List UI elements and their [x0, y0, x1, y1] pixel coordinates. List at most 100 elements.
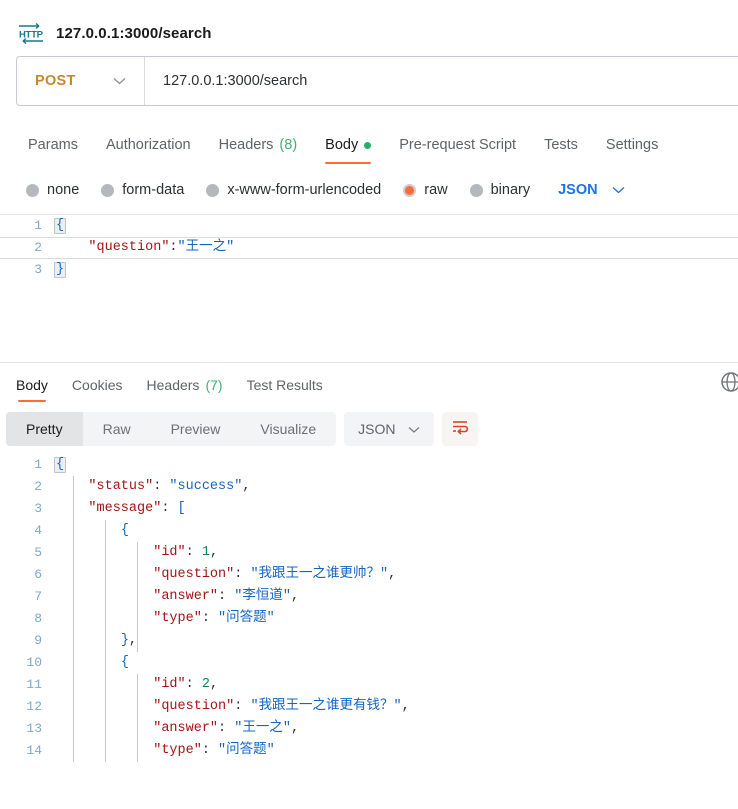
word-wrap-button[interactable] [441, 412, 478, 446]
response-tab-cookies[interactable]: Cookies [60, 377, 135, 402]
line-number: 9 [34, 633, 42, 648]
tab-settings[interactable]: Settings [592, 137, 672, 164]
response-code-line: 10 { [0, 652, 738, 674]
response-body-editor[interactable]: 1 { 2 "status": "success", 3 "message": … [0, 454, 738, 762]
radio-urlencoded-icon [206, 183, 220, 197]
response-tabs: Body Cookies Headers (7) Test Results [0, 362, 738, 402]
response-view-raw[interactable]: Raw [83, 412, 151, 446]
response-code-line: 4 { [0, 520, 738, 542]
url-bar-wrapper: POST 127.0.0.1:3000/search [0, 50, 738, 106]
response-code-line: 13 "answer": "王一之", [0, 718, 738, 740]
chevron-down-icon [408, 421, 420, 437]
radio-form-data-icon [101, 183, 115, 197]
response-toolbar: Pretty Raw Preview Visualize JSON [0, 402, 738, 446]
body-type-row: none form-data x-www-form-urlencoded raw… [0, 170, 738, 210]
line-number: 3 [34, 262, 42, 277]
line-content: } [54, 262, 67, 278]
response-code-line: 14 "type": "问答题" [0, 740, 738, 762]
line-content: "answer": "王一之", [153, 721, 300, 736]
line-number: 10 [26, 655, 42, 670]
line-number: 1 [34, 457, 42, 472]
response-view-pretty[interactable]: Pretty [6, 412, 83, 446]
response-code-line: 1 { [0, 454, 738, 476]
response-format-selector[interactable]: JSON [344, 412, 434, 446]
page-title: 127.0.0.1:3000/search [56, 24, 212, 42]
method-label: POST [35, 73, 76, 89]
request-code-line: 3 } [0, 259, 738, 281]
response-view-pretty-label: Pretty [26, 421, 63, 437]
method-selector[interactable]: POST [17, 57, 145, 105]
response-view-preview[interactable]: Preview [151, 412, 241, 446]
response-tab-body-label: Body [16, 377, 48, 393]
response-code-line: 12 "question": "我跟王一之谁更有钱？", [0, 696, 738, 718]
line-number: 12 [26, 699, 42, 714]
body-format-label: JSON [558, 182, 598, 198]
body-type-none[interactable]: none [26, 182, 79, 198]
url-input[interactable]: 127.0.0.1:3000/search [145, 73, 307, 89]
line-number: 14 [26, 743, 42, 758]
tab-headers[interactable]: Headers (8) [205, 137, 312, 164]
response-view-raw-label: Raw [102, 421, 131, 437]
response-view-visualize[interactable]: Visualize [240, 412, 336, 446]
radio-binary-icon [469, 183, 483, 197]
line-content: "message": [ [88, 501, 186, 516]
chevron-down-icon [612, 181, 625, 199]
line-content: { [54, 218, 67, 234]
line-number: 2 [34, 479, 42, 494]
response-code-line: 9 }, [0, 630, 738, 652]
body-format-selector[interactable]: JSON [558, 181, 625, 199]
line-content: "answer": "李恒道", [153, 589, 300, 604]
body-type-binary[interactable]: binary [469, 182, 530, 198]
body-type-none-label: none [47, 182, 80, 198]
response-tab-headers-count: (7) [205, 377, 223, 393]
tab-authorization[interactable]: Authorization [92, 137, 205, 164]
line-content: }, [120, 633, 138, 648]
response-tab-test-results-label: Test Results [246, 377, 323, 393]
tab-settings-label: Settings [605, 137, 659, 153]
line-content: "question":"王一之" [88, 240, 235, 255]
line-number: 11 [26, 677, 42, 692]
tab-params-label: Params [28, 137, 78, 153]
line-content: { [120, 655, 129, 670]
response-tab-test-results[interactable]: Test Results [235, 377, 335, 402]
tab-pre-request-script[interactable]: Pre-request Script [385, 137, 530, 164]
tab-body[interactable]: Body [311, 137, 385, 164]
tab-tests[interactable]: Tests [530, 137, 592, 164]
response-tab-body[interactable]: Body [4, 377, 60, 402]
response-code-line: 2 "status": "success", [0, 476, 738, 498]
body-type-urlencoded[interactable]: x-www-form-urlencoded [206, 182, 381, 198]
tab-pre-request-script-label: Pre-request Script [399, 137, 517, 153]
tab-body-label: Body [325, 137, 359, 153]
line-number: 3 [34, 501, 42, 516]
tab-params[interactable]: Params [14, 137, 92, 164]
chevron-down-icon [113, 72, 126, 90]
line-content: "id": 1, [153, 545, 219, 560]
line-content: { [120, 523, 129, 538]
response-code-line: 3 "message": [ [0, 498, 738, 520]
line-number: 8 [34, 611, 42, 626]
url-bar: POST 127.0.0.1:3000/search [16, 56, 738, 106]
request-body-editor[interactable]: 1 { 2 "question":"王一之" 3 } [0, 214, 738, 362]
body-modified-dot-icon [364, 141, 372, 149]
body-type-form-data-label: form-data [122, 182, 185, 198]
response-tab-cookies-label: Cookies [71, 377, 123, 393]
word-wrap-icon [451, 419, 469, 440]
response-code-line: 7 "answer": "李恒道", [0, 586, 738, 608]
body-type-raw[interactable]: raw [403, 182, 448, 198]
request-code-line: 1 { [0, 215, 738, 237]
response-tab-headers[interactable]: Headers (7) [135, 377, 235, 402]
line-content: "id": 2, [153, 677, 219, 692]
line-content: { [54, 457, 67, 473]
line-number: 7 [34, 589, 42, 604]
titlebar: HTTP 127.0.0.1:3000/search [0, 0, 738, 50]
body-type-form-data[interactable]: form-data [101, 182, 184, 198]
request-tabs: Params Authorization Headers (8) Body Pr… [0, 120, 738, 164]
request-code-line: 2 "question":"王一之" [0, 237, 738, 259]
http-icon: HTTP [18, 22, 44, 45]
globe-icon[interactable] [718, 369, 738, 400]
line-number: 4 [34, 523, 42, 538]
body-type-raw-label: raw [424, 182, 448, 198]
radio-raw-icon [403, 183, 417, 197]
tab-headers-count: (8) [279, 137, 298, 153]
response-view-preview-label: Preview [170, 421, 221, 437]
